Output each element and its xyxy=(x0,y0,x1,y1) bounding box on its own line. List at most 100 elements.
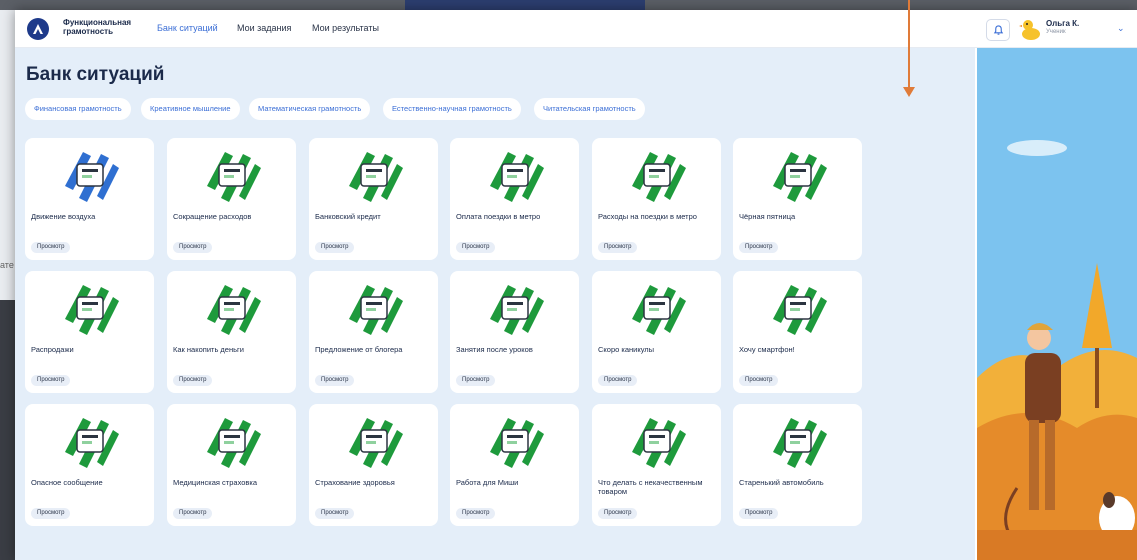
nav-item-my-tasks[interactable]: Мои задания xyxy=(237,23,291,33)
view-button[interactable]: Просмотр xyxy=(456,375,496,386)
situation-illustration-icon xyxy=(65,152,119,202)
situation-card[interactable]: Движение воздуха Просмотр xyxy=(25,138,154,260)
side-illustration xyxy=(977,48,1137,560)
situation-illustration-icon xyxy=(773,418,827,468)
view-button[interactable]: Просмотр xyxy=(315,375,355,386)
brand-line-1: Функциональная xyxy=(63,18,132,27)
view-button[interactable]: Просмотр xyxy=(315,242,355,253)
situation-card[interactable]: Сокращение расходов Просмотр xyxy=(167,138,296,260)
situation-illustration-icon xyxy=(65,418,119,468)
situation-illustration-icon xyxy=(490,152,544,202)
avatar[interactable] xyxy=(1019,17,1041,41)
situation-card[interactable]: Как накопить деньги Просмотр xyxy=(167,271,296,393)
background-window-text: ате xyxy=(0,260,14,270)
situation-card-title: Движение воздуха xyxy=(31,212,96,221)
view-button[interactable]: Просмотр xyxy=(31,242,71,253)
brand-line-2: грамотность xyxy=(63,27,113,36)
situation-card-title: Как накопить деньги xyxy=(173,345,244,354)
view-button[interactable]: Просмотр xyxy=(456,242,496,253)
background-photo xyxy=(405,0,645,10)
situation-illustration-icon xyxy=(207,418,261,468)
situation-card[interactable]: Хочу смартфон! Просмотр xyxy=(733,271,862,393)
situation-card[interactable]: Расходы на поездки в метро Просмотр xyxy=(592,138,721,260)
user-name: Ольга К. xyxy=(1046,19,1080,28)
notifications-button[interactable] xyxy=(986,19,1010,41)
situation-card-title: Опасное сообщение xyxy=(31,478,103,487)
page-title: Банк ситуаций xyxy=(26,64,165,85)
view-button[interactable]: Просмотр xyxy=(739,508,779,519)
view-button[interactable]: Просмотр xyxy=(173,508,213,519)
filter-chip-math[interactable]: Математическая грамотность xyxy=(249,98,371,120)
situation-illustration-icon xyxy=(207,152,261,202)
filter-chip-financial[interactable]: Финансовая грамотность xyxy=(25,98,131,120)
view-button[interactable]: Просмотр xyxy=(598,508,638,519)
situation-card[interactable]: Страхование здоровья Просмотр xyxy=(309,404,438,526)
situation-card-title: Что делать с некачественным товаром xyxy=(598,478,703,496)
bell-icon xyxy=(993,24,1003,35)
situation-card-title: Сокращение расходов xyxy=(173,212,252,221)
situation-illustration-icon xyxy=(632,418,686,468)
situation-card-title: Распродажи xyxy=(31,345,74,354)
view-button[interactable]: Просмотр xyxy=(456,508,496,519)
situation-card-title: Медицинская страховка xyxy=(173,478,258,487)
view-button[interactable]: Просмотр xyxy=(173,242,213,253)
user-role: Ученик xyxy=(1046,29,1066,35)
filter-chip-reading[interactable]: Читательская грамотность xyxy=(534,98,645,120)
app-window: Функциональная грамотность Банк ситуаций… xyxy=(15,10,1137,560)
annotation-arrow-head xyxy=(903,87,915,97)
brand-name: Функциональная грамотность xyxy=(63,18,143,36)
situation-card-title: Расходы на поездки в метро xyxy=(598,212,697,221)
situation-illustration-icon xyxy=(349,285,403,335)
situation-card-title: Страхование здоровья xyxy=(315,478,395,487)
view-button[interactable]: Просмотр xyxy=(739,242,779,253)
app-logo[interactable] xyxy=(27,18,49,40)
view-button[interactable]: Просмотр xyxy=(598,375,638,386)
situation-card-title: Занятия после уроков xyxy=(456,345,533,354)
situation-illustration-icon xyxy=(773,152,827,202)
main-content: Банк ситуаций Финансовая грамотность Кре… xyxy=(15,48,975,560)
situation-illustration-icon xyxy=(65,285,119,335)
chevron-down-icon[interactable]: ⌄ xyxy=(1117,23,1125,34)
situation-card[interactable]: Распродажи Просмотр xyxy=(25,271,154,393)
situation-card-title: Старенький автомобиль xyxy=(739,478,824,487)
logo-icon xyxy=(33,24,43,34)
view-button[interactable]: Просмотр xyxy=(173,375,213,386)
situation-card[interactable]: Работа для Миши Просмотр xyxy=(450,404,579,526)
situation-card-title: Работа для Миши xyxy=(456,478,519,487)
nav-item-situation-bank[interactable]: Банк ситуаций xyxy=(157,23,218,33)
view-button[interactable]: Просмотр xyxy=(598,242,638,253)
view-button[interactable]: Просмотр xyxy=(315,508,355,519)
situation-card-title: Оплата поездки в метро xyxy=(456,212,541,221)
situation-card[interactable]: Банковский кредит Просмотр xyxy=(309,138,438,260)
situation-card-title: Скоро каникулы xyxy=(598,345,655,354)
situation-card[interactable]: Что делать с некачественным товаром Просм… xyxy=(592,404,721,526)
situation-card-title: Хочу смартфон! xyxy=(739,345,795,354)
view-button[interactable]: Просмотр xyxy=(739,375,779,386)
view-button[interactable]: Просмотр xyxy=(31,508,71,519)
filter-chip-science[interactable]: Естественно-научная грамотность xyxy=(383,98,521,120)
situation-card[interactable]: Скоро каникулы Просмотр xyxy=(592,271,721,393)
situation-illustration-icon xyxy=(490,418,544,468)
situation-illustration-icon xyxy=(632,152,686,202)
situation-card[interactable]: Оплата поездки в метро Просмотр xyxy=(450,138,579,260)
top-navbar: Функциональная грамотность Банк ситуаций… xyxy=(15,10,1137,48)
situation-card[interactable]: Предложение от блогера Просмотр xyxy=(309,271,438,393)
situation-card[interactable]: Опасное сообщение Просмотр xyxy=(25,404,154,526)
situation-illustration-icon xyxy=(773,285,827,335)
situation-card[interactable]: Старенький автомобиль Просмотр xyxy=(733,404,862,526)
autumn-walk-illustration xyxy=(977,48,1137,560)
situation-card[interactable]: Чёрная пятница Просмотр xyxy=(733,138,862,260)
situation-illustration-icon xyxy=(349,418,403,468)
situation-illustration-icon xyxy=(490,285,544,335)
annotation-arrow-line xyxy=(908,0,910,88)
nav-item-my-results[interactable]: Мои результаты xyxy=(312,23,379,33)
situation-card[interactable]: Медицинская страховка Просмотр xyxy=(167,404,296,526)
situation-card-title: Предложение от блогера xyxy=(315,345,403,354)
filter-chip-creative[interactable]: Креативное мышление xyxy=(141,98,240,120)
view-button[interactable]: Просмотр xyxy=(31,375,71,386)
situation-card-title: Банковский кредит xyxy=(315,212,381,221)
situation-card-title: Чёрная пятница xyxy=(739,212,796,221)
situation-illustration-icon xyxy=(632,285,686,335)
situation-card[interactable]: Занятия после уроков Просмотр xyxy=(450,271,579,393)
situation-illustration-icon xyxy=(349,152,403,202)
